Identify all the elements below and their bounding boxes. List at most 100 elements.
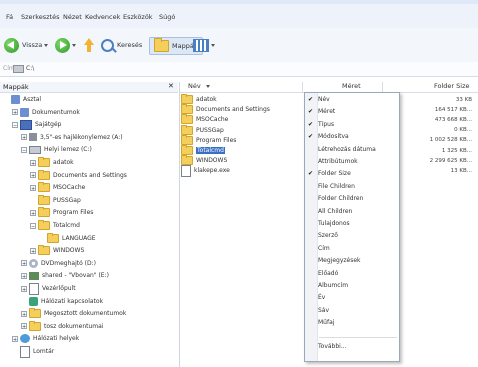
- menu-item-column[interactable]: All Children: [318, 208, 352, 218]
- tree-item[interactable]: + WINDOWS: [30, 245, 84, 256]
- close-icon[interactable]: ✕: [168, 82, 174, 90]
- menu-item-column[interactable]: Típus: [318, 121, 334, 131]
- menu-item-column[interactable]: Albumcím: [318, 282, 348, 292]
- folder-size-value: 2 299 625 KB...: [429, 157, 472, 164]
- menu-item-column[interactable]: Folder Children: [318, 195, 363, 205]
- tree-item[interactable]: + Vezérlőpult: [21, 282, 76, 295]
- expand-icon[interactable]: +: [21, 134, 27, 141]
- tree-item[interactable]: − Sajátgép: [12, 119, 62, 130]
- expand-icon[interactable]: +: [12, 335, 18, 343]
- tree-item[interactable]: + MSOCache: [30, 182, 85, 193]
- up-folder-button[interactable]: [84, 37, 94, 53]
- tree-item[interactable]: + Documents and Settings: [30, 169, 127, 181]
- expand-icon[interactable]: +: [30, 247, 36, 255]
- tree-item[interactable]: + Megosztott dokumentumok: [21, 308, 126, 319]
- column-divider[interactable]: [302, 82, 303, 92]
- network-drive-icon: [29, 271, 39, 280]
- expand-icon[interactable]: +: [30, 184, 36, 192]
- checkmark-icon: ✔: [308, 170, 314, 178]
- tree-item[interactable]: LANGUAGE: [39, 232, 96, 244]
- tree-item-label: Program Files: [53, 209, 94, 217]
- menu-item-column[interactable]: Tulajdonos: [318, 220, 350, 230]
- menu-item-column[interactable]: Szerző: [318, 232, 338, 242]
- tree-item-label: PUSSGap: [53, 196, 81, 204]
- menu-item-column[interactable]: Attribútumok: [318, 158, 358, 168]
- column-header-name[interactable]: Név: [188, 82, 201, 92]
- folder-size-value: 13 KB...: [450, 167, 472, 174]
- tree-item[interactable]: − Helyi lemez (C:): [21, 144, 92, 155]
- menu-item-column[interactable]: Név: [318, 96, 330, 106]
- tree-item[interactable]: +3,5"-es hajlékonylemez (A:): [21, 132, 123, 143]
- menu-item-column[interactable]: File Children: [318, 183, 355, 193]
- menu-item-column[interactable]: Méret: [318, 108, 335, 118]
- menu-item-column[interactable]: Sáv: [318, 307, 329, 317]
- computer-icon: [20, 119, 32, 130]
- column-divider[interactable]: [382, 82, 383, 92]
- tree-item[interactable]: + Program Files: [30, 207, 93, 218]
- folder-icon: [181, 155, 193, 166]
- expand-icon[interactable]: +: [21, 310, 27, 318]
- expand-icon[interactable]: +: [30, 209, 36, 217]
- network-connections-icon: [29, 296, 38, 306]
- folder-icon: [38, 245, 50, 256]
- forward-button[interactable]: [55, 37, 76, 53]
- menu-edit[interactable]: Szerkesztés: [21, 13, 59, 21]
- folder-icon: [181, 104, 193, 115]
- pane-splitter[interactable]: [179, 82, 180, 367]
- address-input[interactable]: C:\: [26, 65, 34, 72]
- tree-item[interactable]: + DVDmeghajtó (D:): [21, 258, 96, 269]
- menu-view[interactable]: Nézet: [63, 13, 82, 21]
- search-button[interactable]: Keresés: [101, 37, 142, 53]
- back-arrow-icon: [4, 37, 19, 53]
- menu-favorites[interactable]: Kedvencek: [85, 13, 120, 21]
- expand-icon[interactable]: +: [21, 285, 27, 293]
- menu-item-column[interactable]: Létrehozás dátuma: [318, 146, 376, 156]
- tree-item[interactable]: Lomtár: [12, 345, 54, 358]
- tree-item[interactable]: + adatok: [30, 157, 74, 168]
- collapse-icon[interactable]: −: [12, 121, 18, 129]
- tree-item[interactable]: + shared - "Vbovan" (E:): [21, 270, 109, 281]
- views-button[interactable]: [193, 37, 215, 53]
- menu-item-column[interactable]: Megjegyzések: [318, 257, 361, 267]
- expand-icon[interactable]: +: [21, 260, 27, 267]
- tree-item[interactable]: Asztal: [3, 94, 41, 105]
- file-name: klakepe.exe: [194, 167, 230, 175]
- menu-item-column[interactable]: Előadó: [318, 270, 338, 280]
- tree-item[interactable]: PUSSGap: [30, 194, 81, 206]
- tree-item[interactable]: + tosz dokumentumai: [21, 320, 103, 332]
- menu-tools[interactable]: Eszközök: [123, 13, 153, 21]
- menu-item-column[interactable]: Műfaj: [318, 319, 334, 329]
- folder-icon: [38, 169, 50, 180]
- expand-icon[interactable]: +: [30, 172, 36, 179]
- column-header-folder-size[interactable]: Folder Size: [434, 82, 470, 92]
- menu-item-column[interactable]: Folder Size: [318, 170, 351, 180]
- expand-icon[interactable]: +: [30, 159, 36, 167]
- search-icon: [101, 38, 114, 52]
- menu-item-column[interactable]: Cím: [318, 245, 330, 255]
- expand-icon[interactable]: +: [21, 323, 27, 330]
- expand-icon[interactable]: +: [21, 272, 27, 280]
- toolbar: Vissza Keresés Mappák: [0, 28, 478, 63]
- expand-icon[interactable]: +: [12, 109, 18, 116]
- menu-separator: [319, 336, 397, 338]
- tree-item-label: shared - "Vbovan" (E:): [42, 272, 109, 280]
- column-header-size[interactable]: Méret: [342, 82, 361, 92]
- menu-item-more[interactable]: További...: [318, 343, 347, 353]
- menu-item-column[interactable]: Év: [318, 294, 325, 304]
- tree-item-label: Sajátgép: [35, 121, 62, 129]
- checkmark-icon: ✔: [308, 133, 314, 141]
- menu-help[interactable]: Súgó: [159, 13, 175, 21]
- menu-file[interactable]: Fá: [6, 13, 13, 21]
- tree-item[interactable]: + Hálózati helyek: [12, 333, 79, 344]
- tree-item[interactable]: − Totalcmd: [30, 220, 80, 231]
- tree-item[interactable]: + Dokumentumok: [12, 107, 80, 118]
- folder-size-value: 1 002 528 KB...: [429, 137, 472, 144]
- tree-item[interactable]: Hálózati kapcsolatok: [21, 296, 103, 307]
- search-label: Keresés: [117, 41, 143, 49]
- collapse-icon[interactable]: −: [21, 146, 27, 154]
- checkmark-icon: ✔: [308, 96, 314, 103]
- back-button[interactable]: Vissza: [4, 37, 49, 53]
- file-name: Program Files: [196, 136, 237, 144]
- collapse-icon[interactable]: −: [30, 222, 36, 230]
- menu-item-column[interactable]: Módosítva: [318, 133, 349, 143]
